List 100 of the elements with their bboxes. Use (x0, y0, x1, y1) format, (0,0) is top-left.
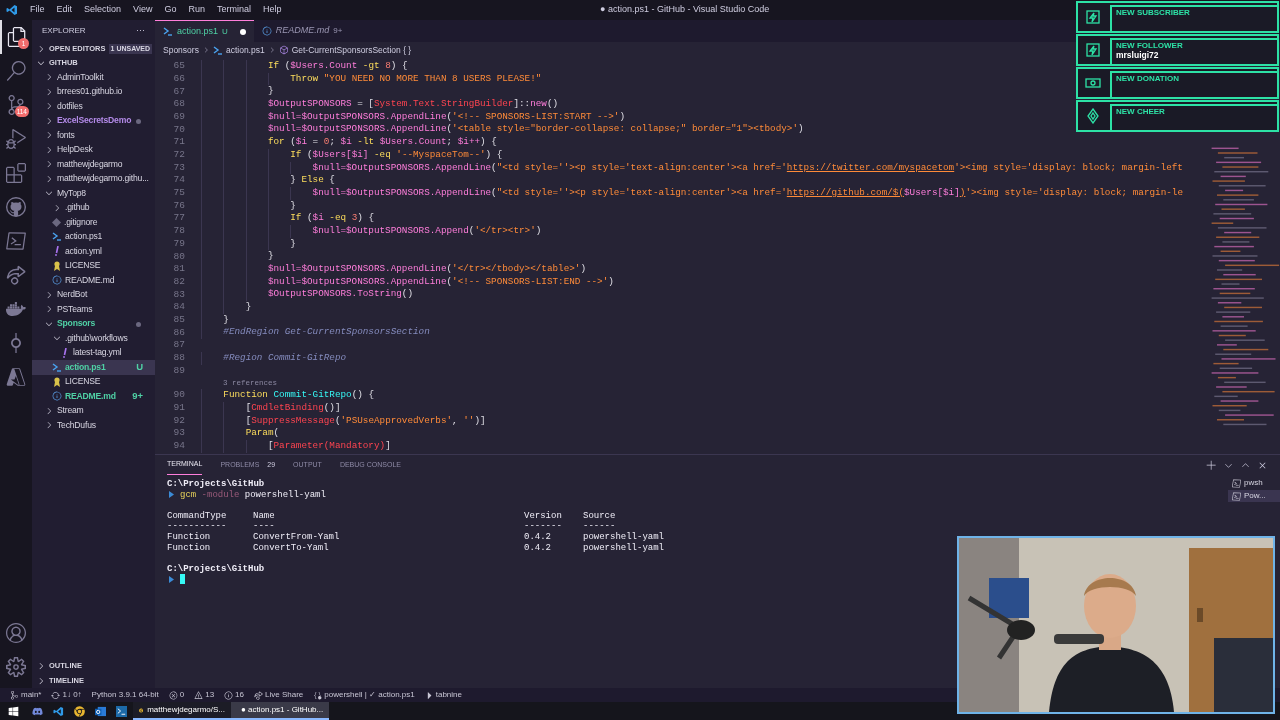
line-number: 70 (172, 122, 185, 137)
folder-item[interactable]: brrees01.github.io (32, 84, 155, 99)
chat-app-icon[interactable] (32, 705, 43, 717)
folder-item[interactable]: Sponsors (32, 316, 155, 331)
folder-item[interactable]: .github\workflows (32, 331, 155, 346)
folder-item[interactable]: ExcelSecretsDemo (32, 113, 155, 128)
folder-item[interactable]: AdminToolkit (32, 70, 155, 85)
explorer-entry[interactable]: action.yml (32, 244, 155, 259)
code-line: $null=$OutputSPONSORS.AppendLine('<table style="border-collapse: collapse;" border="1"><tbody>') (201, 123, 804, 137)
explorer-entry[interactable]: README.md (32, 273, 155, 288)
code-line: } (201, 313, 229, 327)
code-line: [Parameter(Mandatory)] (201, 439, 391, 453)
status-item[interactable]: Python 3.9.1 64-bit (91, 689, 159, 701)
code-line: Throw "YOU NEED NO MORE THAN 8 USERS PLEASE!" (201, 72, 542, 86)
menu-item[interactable]: Selection (78, 3, 128, 17)
table-cell-text: ConvertTo-Yaml (253, 542, 330, 554)
code-line: } (201, 85, 274, 99)
menu-item[interactable]: File (24, 3, 51, 17)
code-line: [SuppressMessage('PSUseApprovedVerbs', '')] (201, 414, 486, 428)
explorer-entry[interactable]: .gitignore (32, 215, 155, 230)
explorer-entry[interactable]: README.md 9+ (32, 389, 155, 404)
alert-title: NEW DONATION (1116, 74, 1180, 84)
line-number: 78 (172, 224, 185, 239)
code-line: $null=$OutputSPONSORS.AppendLine("<td style=''><p style='text-align:center'><a href='https://twitter.com/myspacetom'><img style='display: block; margin-left (201, 161, 1183, 175)
explorer-entry[interactable]: LICENSE (32, 258, 155, 273)
menu-item[interactable]: Edit (50, 3, 79, 17)
code-line: $null=$OutputSPONSORS.AppendLine("<td style=''><p style='text-align:center'><a href='https://github.com/$($Users[$i])'><img style='display: block; margin-le (201, 186, 1183, 200)
taskbar-window[interactable]: ● action.ps1 - GitHub... (231, 702, 329, 720)
git-status: 9+ (132, 389, 143, 404)
menu-item[interactable]: Terminal (210, 3, 257, 17)
status-item[interactable]: main* (10, 689, 42, 701)
window-label: matthewjdegarmo/S... (147, 704, 225, 716)
line-number: 72 (172, 148, 185, 163)
editor-tab[interactable]: action.ps1 U (155, 20, 254, 42)
folder-item[interactable]: TechDufus (32, 418, 155, 433)
azure-icon (6, 367, 26, 387)
live-share-icon (254, 690, 263, 700)
breadcrumb-item[interactable]: Sponsors (163, 43, 199, 57)
new-terminal-icon[interactable] (1206, 459, 1217, 471)
folder-item[interactable]: NerdBot (32, 287, 155, 302)
breadcrumb-item[interactable]: action.ps1 (225, 43, 265, 57)
terminal-list-item[interactable]: Pow... (1228, 490, 1280, 502)
menu-item[interactable]: Go (158, 3, 183, 17)
status-item[interactable]: 13 (194, 689, 215, 701)
start-button[interactable] (7, 705, 19, 717)
menu-item[interactable]: View (127, 3, 159, 17)
line-number: 92 (172, 413, 185, 428)
line-number: 91 (172, 401, 185, 416)
sidebar-title: EXPLORER (42, 25, 86, 37)
window-label: ● action.ps1 - GitHub... (241, 704, 324, 716)
mail-app-icon[interactable] (95, 705, 106, 717)
explorer-entry[interactable]: action.ps1 U (32, 360, 155, 375)
menu-item[interactable]: Run (182, 3, 211, 17)
vscode-logo-icon (6, 4, 18, 16)
alert-title: NEW FOLLOWER (1116, 41, 1184, 51)
folder-item[interactable]: MyTop8 (32, 186, 155, 201)
terminal-list-item[interactable]: pwsh (1228, 477, 1280, 489)
run-debug-icon (6, 129, 26, 149)
status-text: 16 (235, 689, 244, 701)
more-actions-button[interactable]: ··· (136, 24, 145, 38)
folder-item[interactable]: Stream (32, 403, 155, 418)
explorer-entry[interactable]: LICENSE (32, 374, 155, 389)
alert-title: NEW CHEER (1116, 107, 1166, 117)
folder-item[interactable]: matthewjdegarmo.githu... (32, 171, 155, 186)
browser-icon[interactable] (74, 705, 85, 717)
status-text: main* (21, 689, 42, 701)
terminal-command: gcm -module powershell-yaml (180, 489, 326, 501)
folder-item[interactable]: fonts (32, 128, 155, 143)
status-item[interactable]: 0 (168, 689, 185, 701)
explorer-entry[interactable]: latest-tag.yml (32, 345, 155, 360)
folder-item[interactable]: matthewjdegarmo (32, 157, 155, 172)
terminal-app-icon[interactable] (116, 705, 127, 717)
line-number: 89 (172, 363, 185, 378)
item-label: action.ps1 (65, 230, 103, 244)
status-item[interactable]: 1↓ 0↑ (51, 689, 82, 701)
taskbar-window[interactable]: matthewjdegarmo/S... (133, 702, 231, 720)
folder-item[interactable]: HelpDesk (32, 142, 155, 157)
status-item[interactable]: Live Share (254, 689, 304, 701)
line-number: 85 (172, 312, 185, 327)
item-label: HelpDesk (57, 143, 93, 157)
code-line: Param( (201, 427, 280, 440)
prompt-arrow-icon (169, 575, 174, 583)
explorer-entry[interactable]: action.ps1 (32, 229, 155, 244)
whale-icon (6, 299, 26, 319)
line-number: 80 (172, 249, 185, 264)
status-item[interactable]: tabnine (424, 689, 462, 701)
folder-item[interactable]: .github (32, 200, 155, 215)
breadcrumb-item[interactable]: Get-CurrentSponsorsSection { } (291, 43, 412, 57)
status-item[interactable]: 16 (224, 689, 244, 701)
code-line: $OutputSPONSORS.ToString() (201, 288, 413, 302)
line-number: 88 (172, 351, 185, 366)
table-cell-text: 0.4.2 (524, 542, 552, 554)
header-rule: ------- (524, 521, 563, 532)
folder-item[interactable]: PSTeams (32, 302, 155, 317)
code-line: } (201, 301, 252, 314)
item-label: action.ps1 (65, 360, 106, 374)
line-number: 76 (172, 198, 185, 213)
folder-item[interactable]: dotfiles (32, 99, 155, 114)
menu-item[interactable]: Help (256, 3, 288, 17)
alert-title: NEW SUBSCRIBER (1116, 8, 1191, 18)
